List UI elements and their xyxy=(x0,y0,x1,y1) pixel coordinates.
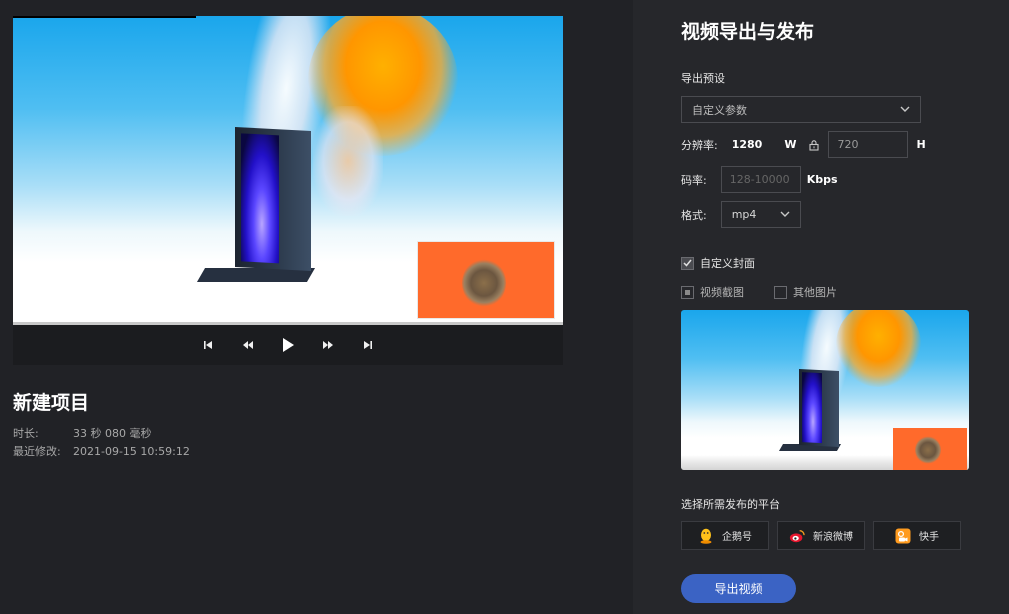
modified-row: 最近修改: 2021-09-15 10:59:12 xyxy=(13,443,190,459)
cover-preview[interactable] xyxy=(681,310,969,470)
width-value[interactable]: 1280 xyxy=(732,138,763,151)
custom-cover-label: 自定义封面 xyxy=(700,257,755,270)
height-input[interactable] xyxy=(828,131,909,158)
picture-in-picture-overlay[interactable] xyxy=(417,241,555,319)
pc-tower-shape xyxy=(235,127,311,271)
bitrate-input[interactable] xyxy=(720,166,801,193)
format-row: 格式: mp4 xyxy=(681,201,801,228)
chevron-down-icon xyxy=(780,209,790,220)
platform-qq-penguin[interactable]: 企鹅号 xyxy=(681,521,769,550)
chevron-down-icon xyxy=(900,104,910,115)
format-select[interactable]: mp4 xyxy=(720,201,801,228)
platform-title: 选择所需发布的平台 xyxy=(681,498,780,511)
preset-value: 自定义参数 xyxy=(692,103,747,117)
kuaishou-icon xyxy=(895,528,911,544)
lock-icon[interactable] xyxy=(808,139,820,151)
platform-list: 企鹅号 新浪微博 快手 xyxy=(681,521,961,550)
duration-label: 时长: xyxy=(13,427,39,440)
cover-pip-overlay xyxy=(893,428,967,470)
cover-option-screenshot[interactable]: 视频截图 xyxy=(681,284,744,300)
coins-shape xyxy=(915,436,941,464)
other-image-label: 其他图片 xyxy=(793,286,837,299)
screenshot-label: 视频截图 xyxy=(700,286,744,299)
bitrate-label: 码率: xyxy=(681,173,707,187)
cover-option-other[interactable]: 其他图片 xyxy=(774,284,837,300)
pc-tower-glass xyxy=(241,133,279,264)
format-label: 格式: xyxy=(681,208,707,222)
export-panel: 视频导出与发布 导出预设 自定义参数 分辨率: 1280 W H 码率: Kbp… xyxy=(633,0,1009,614)
preset-label: 导出预设 xyxy=(681,72,725,85)
bitrate-unit: Kbps xyxy=(806,173,838,186)
preset-select[interactable]: 自定义参数 xyxy=(681,96,921,123)
duration-value: 33 秒 080 毫秒 xyxy=(73,427,152,440)
fast-forward-icon[interactable] xyxy=(320,337,336,353)
left-panel: 新建项目 时长: 33 秒 080 毫秒 最近修改: 2021-09-15 10:5… xyxy=(0,0,633,614)
weibo-icon xyxy=(789,528,805,544)
width-unit: W xyxy=(784,138,797,151)
bitrate-row: 码率: Kbps xyxy=(681,166,838,193)
platform-label: 快手 xyxy=(919,532,939,543)
format-value: mp4 xyxy=(731,208,757,221)
duration-row: 时长: 33 秒 080 毫秒 xyxy=(13,425,151,441)
video-preview[interactable] xyxy=(13,16,563,324)
modified-value: 2021-09-15 10:59:12 xyxy=(73,445,190,458)
export-video-button[interactable]: 导出视频 xyxy=(681,574,796,603)
player-controls xyxy=(13,325,563,365)
other-image-radio[interactable] xyxy=(774,285,787,299)
coins-shape xyxy=(462,259,506,307)
fire-haze-shape xyxy=(313,106,383,216)
platform-label: 新浪微博 xyxy=(813,532,853,543)
custom-cover-row: 自定义封面 xyxy=(681,255,755,271)
pc-tower-glass xyxy=(802,372,822,444)
export-panel-title: 视频导出与发布 xyxy=(681,21,815,43)
project-title: 新建项目 xyxy=(13,392,90,414)
play-icon[interactable] xyxy=(280,337,296,353)
resolution-row: 分辨率: 1280 W H xyxy=(681,131,926,158)
cover-source-row: 视频截图 其他图片 xyxy=(681,284,867,300)
platform-kuaishou[interactable]: 快手 xyxy=(873,521,961,550)
platform-label: 企鹅号 xyxy=(722,532,752,543)
modified-label: 最近修改: xyxy=(13,445,61,458)
skip-to-start-icon[interactable] xyxy=(200,337,216,353)
pc-tower-shape xyxy=(799,368,839,448)
skip-to-end-icon[interactable] xyxy=(360,337,376,353)
resolution-label: 分辨率: xyxy=(681,138,718,152)
rewind-icon[interactable] xyxy=(240,337,256,353)
penguin-icon xyxy=(698,528,714,544)
platform-weibo[interactable]: 新浪微博 xyxy=(777,521,865,550)
custom-cover-checkbox[interactable] xyxy=(681,256,694,270)
fire-shape xyxy=(836,310,921,387)
screenshot-radio[interactable] xyxy=(681,285,694,299)
preview-top-bar xyxy=(13,16,196,18)
height-unit: H xyxy=(916,138,926,151)
